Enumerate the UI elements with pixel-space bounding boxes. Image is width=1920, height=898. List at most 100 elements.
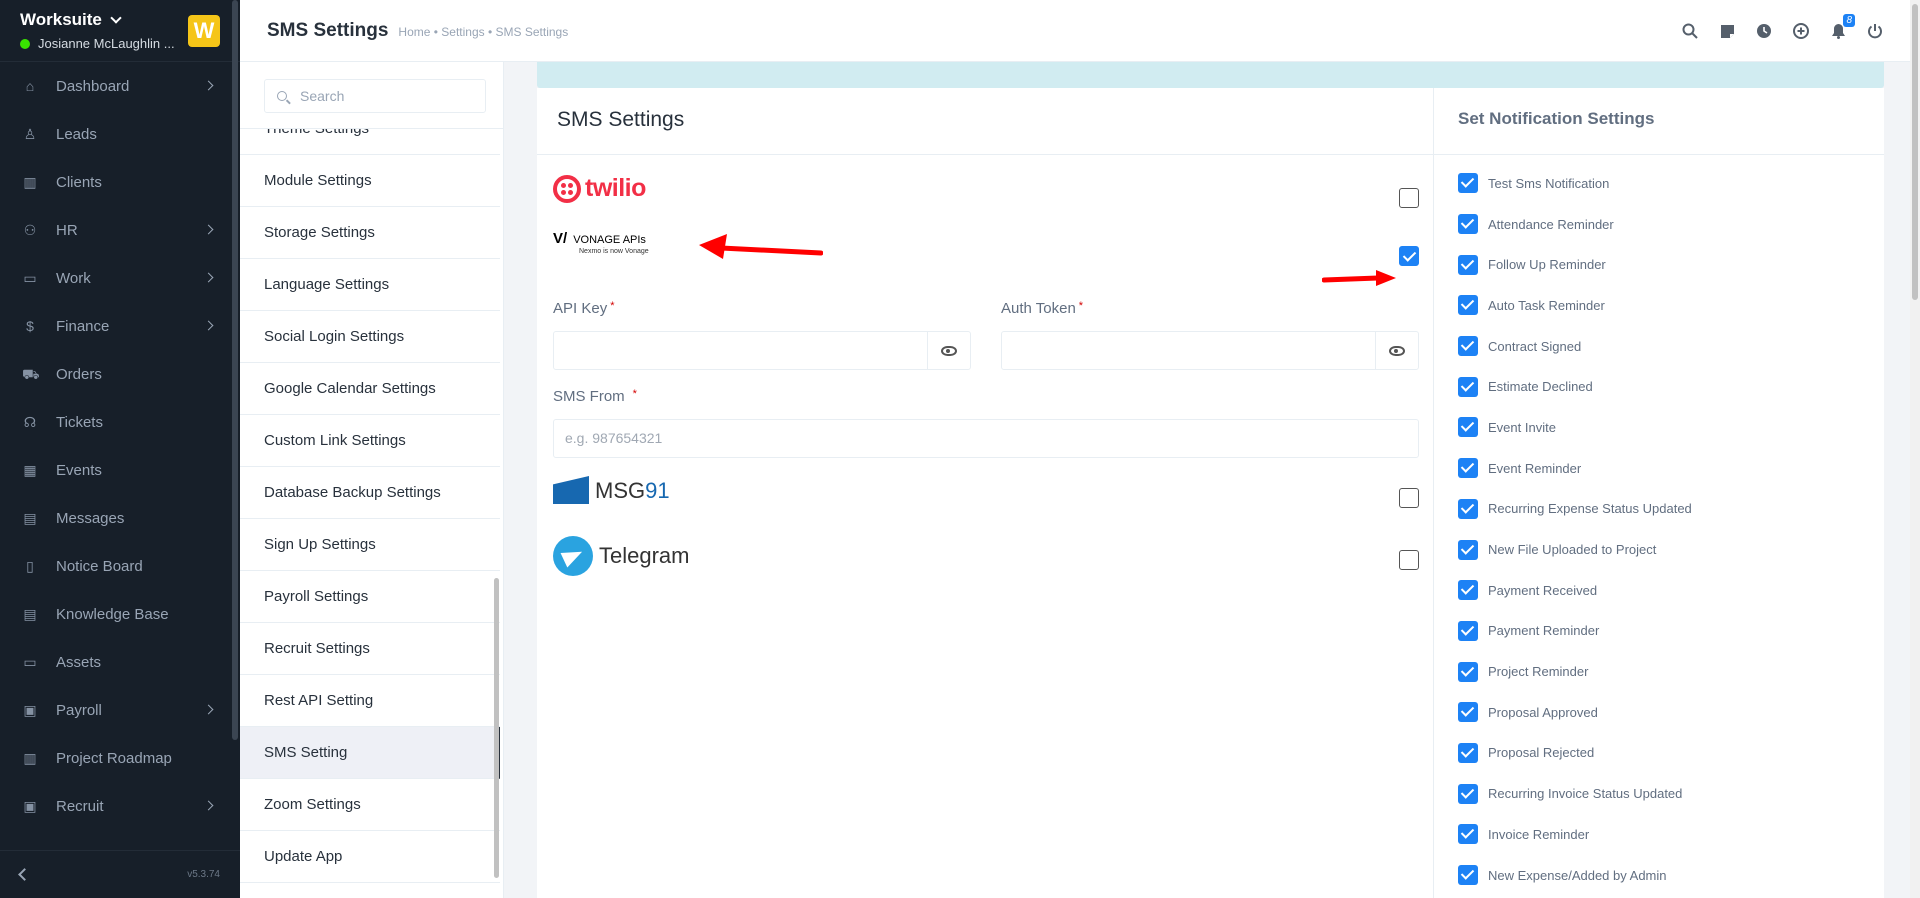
notification-settings-title: Set Notification Settings [1434, 88, 1884, 155]
notification-checkbox[interactable] [1458, 620, 1478, 641]
submenu-item-google-calendar-settings[interactable]: Google Calendar Settings [240, 363, 500, 415]
submenu-item-sign-up-settings[interactable]: Sign Up Settings [240, 519, 500, 571]
sidebar-item-clients[interactable]: ▥ Clients [0, 158, 240, 206]
page-scrollbar[interactable] [1910, 0, 1920, 898]
auth-token-toggle-button[interactable] [1375, 332, 1418, 369]
sidebar-item-project-roadmap[interactable]: ▥ Project Roadmap [0, 734, 240, 782]
notification-checkbox[interactable] [1458, 295, 1478, 316]
submenu-item-zoom-settings[interactable]: Zoom Settings [240, 779, 500, 831]
notification-option[interactable]: Invoice Reminder [1458, 814, 1884, 855]
notification-checkbox[interactable] [1458, 417, 1478, 438]
api-key-input[interactable] [554, 332, 927, 369]
sidebar-item-hr[interactable]: ⚇ HR [0, 206, 240, 254]
notification-checkbox[interactable] [1458, 742, 1478, 763]
sidebar-item-payroll[interactable]: ▣ Payroll [0, 686, 240, 734]
notification-option[interactable]: Project Reminder [1458, 651, 1884, 692]
sms-from-input[interactable]: e.g. 987654321 [553, 419, 1419, 458]
company-name: Worksuite [20, 10, 102, 29]
notification-checkbox[interactable] [1458, 498, 1478, 519]
submenu-item-recruit-settings[interactable]: Recruit Settings [240, 623, 500, 675]
notification-option[interactable]: Test Sms Notification [1458, 163, 1884, 204]
submenu-item-rest-api-setting[interactable]: Rest API Setting [240, 675, 500, 727]
submenu-item-payroll-settings[interactable]: Payroll Settings [240, 571, 500, 623]
sidebar-item-label: Leads [56, 125, 97, 143]
sidebar-item-events[interactable]: ▦ Events [0, 446, 240, 494]
notification-option[interactable]: New Expense/Added by Admin [1458, 855, 1884, 896]
notification-option[interactable]: Contract Signed [1458, 326, 1884, 367]
auth-token-input[interactable] [1002, 332, 1375, 369]
notification-option[interactable]: Follow Up Reminder [1458, 244, 1884, 285]
notification-checkbox[interactable] [1458, 783, 1478, 804]
telegram-checkbox[interactable] [1399, 550, 1419, 570]
sidebar-item-finance[interactable]: $ Finance [0, 302, 240, 350]
submenu-item-database-backup-settings[interactable]: Database Backup Settings [240, 467, 500, 519]
sidebar-item-work[interactable]: ▭ Work [0, 254, 240, 302]
msg91-checkbox[interactable] [1399, 488, 1419, 508]
notification-checkbox[interactable] [1458, 458, 1478, 479]
notification-option[interactable]: Event Invite [1458, 407, 1884, 448]
notification-checkbox[interactable] [1458, 214, 1478, 235]
notification-checkbox[interactable] [1458, 376, 1478, 397]
notification-option[interactable]: Recurring Invoice Status Updated [1458, 773, 1884, 814]
sticky-note-icon[interactable] [1718, 22, 1736, 40]
notification-option[interactable]: Attendance Reminder [1458, 204, 1884, 245]
sidebar-item-notice-board[interactable]: ▯ Notice Board [0, 542, 240, 590]
settings-search-input[interactable]: Search [264, 79, 486, 113]
submenu-scrollbar[interactable] [494, 578, 499, 878]
notification-option[interactable]: Proposal Rejected [1458, 733, 1884, 774]
collapse-sidebar-icon[interactable] [18, 868, 31, 881]
sidebar-item-orders[interactable]: ⛟ Orders [0, 350, 240, 398]
notification-checkbox[interactable] [1458, 173, 1478, 194]
sidebar-item-tickets[interactable]: ☊ Tickets [0, 398, 240, 446]
submenu-item-sms-setting[interactable]: SMS Setting [240, 727, 500, 779]
clipboard-icon: ▯ [26, 558, 34, 574]
notification-checkbox[interactable] [1458, 580, 1478, 601]
twilio-checkbox[interactable] [1399, 188, 1419, 208]
notification-checkbox[interactable] [1458, 824, 1478, 845]
submenu-item-storage-settings[interactable]: Storage Settings [240, 207, 500, 259]
clock-icon[interactable] [1755, 22, 1773, 40]
submenu-item-update-app[interactable]: Update App [240, 831, 500, 883]
notification-option[interactable]: Payment Received [1458, 570, 1884, 611]
notification-option[interactable]: Auto Task Reminder [1458, 285, 1884, 326]
vonage-checkbox[interactable] [1399, 246, 1419, 266]
plus-circle-icon[interactable] [1792, 22, 1810, 40]
notification-option[interactable]: New File Uploaded to Project [1458, 529, 1884, 570]
submenu-item-language-settings[interactable]: Language Settings [240, 259, 500, 311]
chevron-right-icon [203, 80, 214, 91]
notification-option[interactable]: Recurring Expense Status Updated [1458, 489, 1884, 530]
msg91-logo-text: MSG [595, 478, 646, 503]
sidebar-item-label: Messages [56, 509, 125, 527]
notification-label: Event Reminder [1488, 460, 1582, 476]
search-icon[interactable] [1681, 22, 1699, 40]
notification-checkbox[interactable] [1458, 702, 1478, 723]
notification-checkbox[interactable] [1458, 336, 1478, 357]
sidebar-scrollbar[interactable] [232, 0, 238, 740]
sidebar-item-assets[interactable]: ▭ Assets [0, 638, 240, 686]
sidebar-header[interactable]: Worksuite Josianne McLaughlin ... W [0, 0, 240, 62]
api-key-toggle-button[interactable] [927, 332, 970, 369]
submenu-item-theme-settings[interactable]: Theme Settings [240, 129, 500, 155]
bell-icon[interactable]: 8 [1829, 14, 1855, 40]
submenu-item-custom-link-settings[interactable]: Custom Link Settings [240, 415, 500, 467]
sidebar-menu: ⌂ Dashboard ♙ Leads ▥ Clients ⚇ HR ▭ Work $ Finance… [0, 62, 240, 830]
notification-option[interactable]: Payment Reminder [1458, 611, 1884, 652]
sidebar-item-recruit[interactable]: ▣ Recruit [0, 782, 240, 830]
power-icon[interactable] [1866, 22, 1884, 40]
sidebar-item-dashboard[interactable]: ⌂ Dashboard [0, 62, 240, 110]
sidebar-item-leads[interactable]: ♙ Leads [0, 110, 240, 158]
notification-option[interactable]: Event Reminder [1458, 448, 1884, 489]
notification-checkbox[interactable] [1458, 254, 1478, 275]
submenu-item-social-login-settings[interactable]: Social Login Settings [240, 311, 500, 363]
annotation-arrow-right-icon [1322, 270, 1396, 286]
notification-label: New File Uploaded to Project [1488, 542, 1657, 558]
sidebar-item-knowledge-base[interactable]: ▤ Knowledge Base [0, 590, 240, 638]
submenu-item-module-settings[interactable]: Module Settings [240, 155, 500, 207]
sidebar-item-messages[interactable]: ▤ Messages [0, 494, 240, 542]
sms-settings-title: SMS Settings [537, 88, 1433, 155]
notification-option[interactable]: Estimate Declined [1458, 366, 1884, 407]
notification-checkbox[interactable] [1458, 865, 1478, 886]
notification-checkbox[interactable] [1458, 539, 1478, 560]
notification-checkbox[interactable] [1458, 661, 1478, 682]
notification-option[interactable]: Proposal Approved [1458, 692, 1884, 733]
